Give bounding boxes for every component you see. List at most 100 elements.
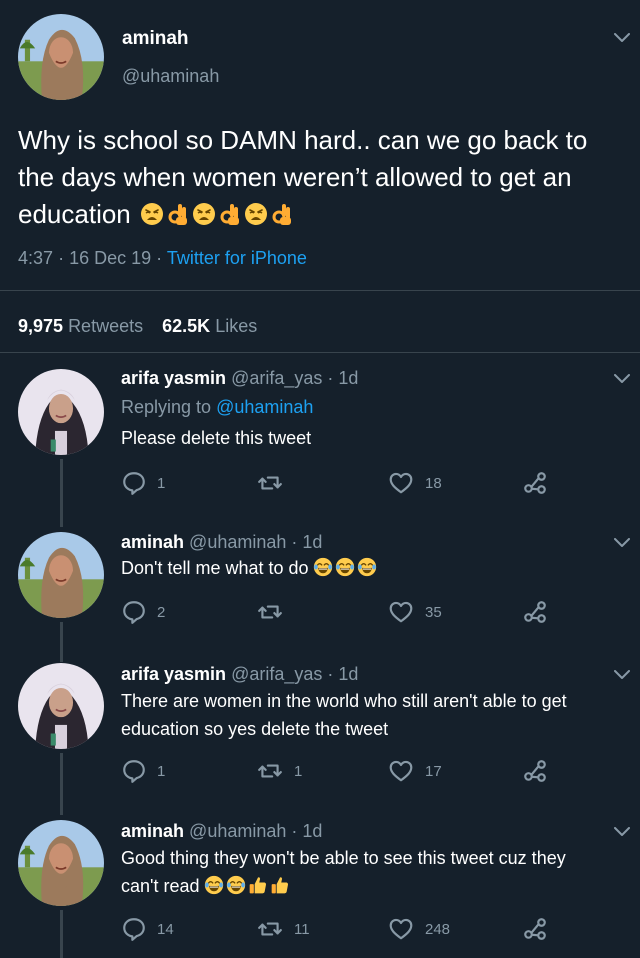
reply-age: · 1d — [291, 821, 323, 841]
chevron-down-icon[interactable] — [614, 374, 630, 384]
tweet-time: 4:37 — [18, 248, 54, 268]
tears-of-joy-icon — [355, 558, 377, 578]
tweet-date: 16 Dec 19 — [69, 248, 152, 268]
reply-count: 14 — [157, 920, 174, 938]
like-count: 35 — [425, 603, 442, 621]
tears-of-joy-icon — [309, 558, 333, 578]
share-icon — [522, 758, 548, 784]
reply-text: Don't tell me what to do — [121, 554, 377, 582]
retweet-action[interactable] — [256, 599, 294, 625]
heart-icon — [387, 470, 415, 496]
reply-icon — [121, 470, 147, 496]
retweet-action[interactable]: 11 — [256, 916, 310, 942]
share-action[interactable] — [522, 758, 548, 784]
reply-action[interactable]: 2 — [121, 599, 165, 625]
weary-face-icon — [190, 199, 216, 229]
reply-author-handle[interactable]: @uhaminah — [189, 821, 286, 841]
tears-of-joy-icon — [200, 876, 224, 896]
reply-author-handle[interactable]: @uhaminah — [189, 532, 286, 552]
reply-icon — [121, 758, 147, 784]
reply-text-line: There are women in the world who still a… — [121, 691, 567, 711]
chevron-down-icon[interactable] — [614, 827, 630, 837]
tweet-meta: 4:37 · 16 Dec 19 · Twitter for iPhone — [18, 248, 307, 269]
share-action[interactable] — [522, 599, 548, 625]
reply-author-name[interactable]: aminah — [121, 821, 184, 841]
reply-action[interactable]: 14 — [121, 916, 174, 942]
reply-author-name[interactable]: arifa yasmin — [121, 368, 226, 388]
tears-of-joy-icon — [224, 876, 246, 896]
weary-face-icon — [242, 199, 268, 229]
like-action[interactable]: 35 — [387, 599, 442, 625]
like-action[interactable]: 248 — [387, 916, 450, 942]
reply-count: 1 — [157, 474, 166, 492]
thumbs-up-icon — [268, 876, 290, 896]
avatar[interactable] — [18, 369, 104, 455]
likes-label: Likes — [215, 316, 258, 336]
ok-hand-icon — [268, 199, 294, 229]
chevron-down-icon[interactable] — [614, 538, 630, 548]
chevron-down-icon[interactable] — [614, 33, 630, 43]
reply-count: 1 — [157, 762, 166, 780]
meta-separator: · — [156, 248, 163, 268]
avatar[interactable] — [18, 532, 104, 618]
like-count: 248 — [425, 920, 451, 938]
heart-icon — [387, 599, 415, 625]
reply-text-line: Good thing they won't be able to see thi… — [121, 848, 566, 868]
author-handle[interactable]: @uhaminah — [122, 66, 219, 87]
divider — [0, 352, 640, 353]
like-action[interactable]: 18 — [387, 470, 442, 496]
avatar[interactable] — [18, 820, 104, 906]
reply-author-handle[interactable]: @arifa_yas — [231, 664, 322, 684]
ok-hand-icon — [164, 199, 190, 229]
replying-to-label: Replying to — [121, 397, 212, 417]
reply-action[interactable]: 1 — [121, 470, 165, 496]
heart-icon — [387, 758, 415, 784]
likes-stat[interactable]: 62.5K Likes — [162, 316, 257, 336]
reply-age: · 1d — [291, 532, 323, 552]
retweet-action[interactable]: 1 — [256, 758, 302, 784]
retweets-label: Retweets — [68, 316, 144, 336]
reply-text: Please delete this tweet — [121, 428, 312, 448]
reply-header: aminah @uhaminah · 1d — [121, 817, 322, 845]
tweet-source-link[interactable]: Twitter for iPhone — [167, 248, 307, 268]
replying-to-handle[interactable]: @uhaminah — [216, 397, 313, 417]
reply-action[interactable]: 1 — [121, 758, 165, 784]
reply-author-handle[interactable]: @arifa_yas — [231, 368, 322, 388]
like-count: 17 — [425, 762, 442, 780]
replying-to: Replying to @uhaminah — [121, 393, 313, 421]
avatar[interactable] — [18, 663, 104, 749]
thumbs-up-icon — [246, 876, 268, 896]
thread-line — [60, 459, 63, 527]
reply-author-name[interactable]: aminah — [121, 532, 184, 552]
like-action[interactable]: 17 — [387, 758, 442, 784]
author-display-name[interactable]: aminah — [122, 28, 189, 50]
retweet-icon — [256, 470, 284, 496]
retweet-count: 1 — [294, 762, 303, 780]
avatar[interactable] — [18, 14, 104, 100]
reply-count: 2 — [157, 603, 166, 621]
retweets-count: 9,975 — [18, 316, 64, 336]
share-icon — [522, 470, 548, 496]
reply-author-name[interactable]: arifa yasmin — [121, 664, 226, 684]
reply-icon — [121, 916, 147, 942]
retweet-action[interactable] — [256, 470, 294, 496]
ok-hand-icon — [216, 199, 242, 229]
retweet-count: 11 — [294, 920, 310, 938]
reply-age: · 1d — [327, 368, 359, 388]
reply-header: aminah @uhaminah · 1d — [121, 528, 322, 556]
retweet-icon — [256, 599, 284, 625]
share-action[interactable] — [522, 470, 548, 496]
share-action[interactable] — [522, 916, 548, 942]
likes-count: 62.5K — [162, 316, 211, 336]
chevron-down-icon[interactable] — [614, 670, 630, 680]
tweet-stats: 9,975 Retweets 62.5K Likes — [18, 316, 257, 337]
reply-text-line: education so yes delete the tweet — [121, 719, 389, 739]
thread-line — [60, 753, 63, 815]
reply-icon — [121, 599, 147, 625]
weary-face-icon — [138, 199, 164, 229]
share-icon — [522, 916, 548, 942]
tweet-text: Why is school so DAMN hard.. can we go b… — [18, 122, 628, 233]
share-icon — [522, 599, 548, 625]
reply-text: Good thing they won't be able to see thi… — [121, 844, 566, 900]
retweets-stat[interactable]: 9,975 Retweets — [18, 316, 148, 336]
